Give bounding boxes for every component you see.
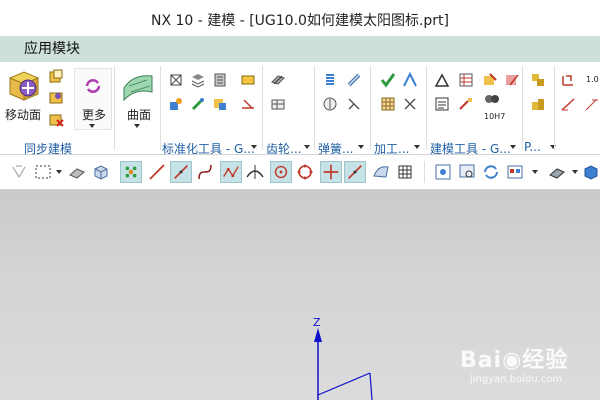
spring-tool-icon[interactable] <box>322 96 338 112</box>
menu-bar: 应用模块 <box>0 36 600 62</box>
menu-app-modules[interactable]: 应用模块 <box>24 36 80 62</box>
model-check-icon[interactable] <box>504 72 520 88</box>
gear-table-icon[interactable] <box>270 96 286 112</box>
surface-label: 曲面 <box>127 108 152 122</box>
selection-toolbar <box>0 155 600 190</box>
delete-face-icon[interactable] <box>48 112 64 128</box>
rectangle-select-icon[interactable] <box>32 161 54 183</box>
fit-view-icon[interactable] <box>432 161 454 183</box>
group-separator <box>370 66 371 150</box>
spring-tension-icon[interactable] <box>346 72 362 88</box>
face-point-icon[interactable] <box>370 161 392 183</box>
group-separator <box>262 66 263 150</box>
orient-view-icon[interactable] <box>504 161 526 183</box>
tolerance-label: 10H7 <box>484 112 506 121</box>
point-on-curve-icon[interactable] <box>344 161 366 183</box>
group-separator <box>554 66 555 150</box>
standard-tools-caret[interactable] <box>251 145 257 149</box>
group-separator <box>114 66 115 150</box>
gold-stack-icon[interactable] <box>530 96 546 112</box>
fastener-icon[interactable] <box>168 72 184 88</box>
cube-icon[interactable] <box>580 161 600 183</box>
pocket-icon[interactable] <box>402 72 418 88</box>
stack-icon[interactable] <box>190 72 206 88</box>
p-group-caret[interactable] <box>550 145 556 149</box>
window-title: NX 10 - 建模 - [UG10.0如何建模太阳图标.prt] <box>0 0 600 36</box>
toolbar-separator <box>424 161 425 183</box>
move-face-label: 移动面 <box>5 108 42 122</box>
modeling-tool-icon[interactable] <box>482 72 498 88</box>
checkmark-icon[interactable] <box>380 72 396 88</box>
line-snap-icon[interactable] <box>170 161 192 183</box>
measure-icon[interactable] <box>458 96 474 112</box>
assembly-blue-icon[interactable] <box>168 96 184 112</box>
selection-filter-icon[interactable] <box>8 161 30 183</box>
angle-label-icon[interactable] <box>584 96 600 112</box>
arc-center-icon[interactable] <box>270 161 292 183</box>
group-separator <box>160 66 161 150</box>
group-p: P... <box>524 140 541 154</box>
text-box-icon[interactable] <box>434 96 450 112</box>
part-library-icon[interactable] <box>212 72 228 88</box>
spring-cut-icon[interactable] <box>346 96 362 112</box>
replace-face-icon[interactable] <box>48 90 64 106</box>
spreadsheet-icon[interactable] <box>458 72 474 88</box>
gold-blocks-icon[interactable] <box>530 72 546 88</box>
ribbon: 移动面 更多 同步建模 曲面 标准化工具 - G... 齿轮... 弹簧... … <box>0 62 600 156</box>
machining-tool-icon[interactable] <box>402 96 418 112</box>
more-dropdown-caret[interactable] <box>89 124 95 128</box>
grid-snap-icon[interactable] <box>394 161 416 183</box>
cube-view-icon[interactable] <box>90 161 112 183</box>
table-grid-icon[interactable] <box>380 96 396 112</box>
coordinate-icon[interactable] <box>560 72 576 88</box>
snap-point-icon[interactable] <box>120 161 142 183</box>
watermark-url: jingyan.baidu.com <box>470 374 563 385</box>
tolerance-icon[interactable] <box>484 92 500 108</box>
gear-tool-icon[interactable] <box>270 72 286 88</box>
slope-icon[interactable] <box>560 96 576 112</box>
spring-compression-icon[interactable] <box>322 72 338 88</box>
rotate-view-icon[interactable] <box>480 161 502 183</box>
refresh-icon <box>85 79 101 93</box>
group-separator <box>314 66 315 150</box>
tag-icon[interactable] <box>240 72 256 88</box>
watermark-brand: Bai <box>460 348 503 373</box>
surface-icon <box>123 75 153 102</box>
surface-dropdown-caret[interactable] <box>134 124 140 128</box>
paw-icon: ◉ <box>502 348 523 373</box>
machining-group-caret[interactable] <box>414 145 420 149</box>
watermark-suffix: 经验 <box>522 348 569 373</box>
modeling-tools-caret[interactable] <box>510 145 516 149</box>
quadrant-point-icon[interactable] <box>294 161 316 183</box>
group-separator <box>522 66 523 150</box>
dimension-icon[interactable] <box>240 96 256 112</box>
select-dropdown-caret[interactable] <box>56 170 62 174</box>
offset-region-icon[interactable] <box>48 68 64 84</box>
group-separator <box>426 66 427 150</box>
curve-icon[interactable] <box>194 161 216 183</box>
tangent-icon[interactable] <box>244 161 266 183</box>
orient-view-caret[interactable] <box>532 170 538 174</box>
decimal-label: 1.0 <box>586 75 599 84</box>
render-style-caret[interactable] <box>572 170 578 174</box>
render-style-icon[interactable] <box>546 161 568 183</box>
polyline-snap-icon[interactable] <box>220 161 242 183</box>
shaded-view-icon[interactable] <box>66 161 88 183</box>
gear-group-caret[interactable] <box>304 145 310 149</box>
z-axis-label: Z <box>313 316 321 329</box>
spring-group-caret[interactable] <box>358 145 364 149</box>
standard-part-icon[interactable] <box>212 96 228 112</box>
triangle-icon[interactable] <box>434 72 450 88</box>
more-label: 更多 <box>82 108 107 122</box>
zoom-window-icon[interactable] <box>456 161 478 183</box>
baidu-watermark: Bai◉经验 <box>460 342 568 374</box>
bolt-icon[interactable] <box>190 96 206 112</box>
line-endpoint-icon[interactable] <box>146 161 168 183</box>
move-face-icon <box>8 71 40 101</box>
intersection-icon[interactable] <box>320 161 342 183</box>
